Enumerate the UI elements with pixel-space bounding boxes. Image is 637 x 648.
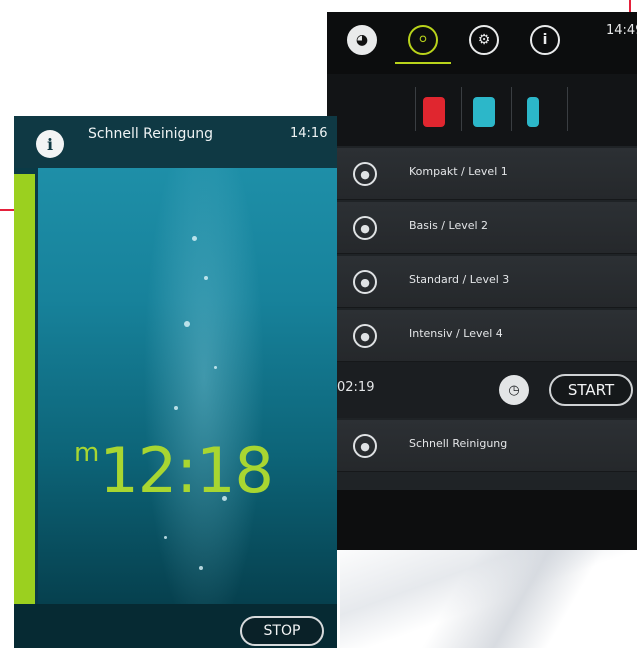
top-nav-bar: ◕ ⚪ ⚙ i 14:49 [327,12,637,74]
clock-time: 14:49 [606,23,637,38]
bubble [164,536,167,539]
program-icon: ● [353,324,377,348]
start-button[interactable]: START [549,374,633,406]
red-accent-line-left [0,209,14,211]
red-canister-icon[interactable] [423,97,445,127]
timer-unit: m [74,438,100,468]
bubble [174,406,178,410]
bubble [199,566,203,570]
program-label: Basis / Level 2 [409,219,489,232]
program-icon: ● [353,162,377,186]
category-divider [511,87,512,131]
bottle-transfer-icon[interactable] [527,97,539,127]
timer-clock-icon[interactable]: ◷ [499,375,529,405]
cup-icon[interactable]: ◕ [347,25,377,55]
front-header: i Schnell Reinigung 14:16 [14,116,337,168]
marble-background [340,540,637,648]
bubble [204,276,208,280]
program-row-kompakt[interactable]: ● Kompakt / Level 1 [327,148,637,200]
info-icon[interactable]: i [530,25,560,55]
stop-button[interactable]: STOP [240,616,324,646]
category-divider [415,87,416,131]
program-icon: ● [353,270,377,294]
bottom-panel [327,490,637,550]
bubble [192,236,197,241]
clock-time: 14:16 [290,126,328,141]
start-row: 02:19 ◷ START [327,362,637,418]
timer-value: 12:18 [99,434,274,507]
active-tab-indicator [395,62,451,64]
program-label: Kompakt / Level 1 [409,165,508,178]
settings-gears-icon[interactable]: ⚙ [469,25,499,55]
info-icon[interactable]: i [36,130,64,158]
progress-bar-fill [14,174,35,604]
program-label: Standard / Level 3 [409,273,510,286]
selected-duration: 02:19 [337,380,375,395]
bubble [184,321,190,327]
program-row-standard[interactable]: ● Standard / Level 3 [327,256,637,308]
program-label: Intensiv / Level 4 [409,327,503,340]
countdown-timer: m12:18 [74,434,274,507]
blue-canister-icon[interactable] [473,97,495,127]
category-divider [567,87,568,131]
water-bubbles-background [14,168,337,604]
program-row-intensiv[interactable]: ● Intensiv / Level 4 [327,310,637,362]
program-row-basis[interactable]: ● Basis / Level 2 [327,202,637,254]
category-divider [461,87,462,131]
cleaning-progress-screen: i Schnell Reinigung 14:16 m12:18 STOP [14,116,337,648]
rinse-icon[interactable]: ⚪ [408,25,438,55]
program-label: Schnell Reinigung [409,437,508,450]
program-icon: ● [353,216,377,240]
program-row-schnell[interactable]: ● Schnell Reinigung [327,420,637,472]
program-select-screen: ◕ ⚪ ⚙ i 14:49 ● Kompakt / Level 1 ● Basi… [327,12,637,550]
bubble [214,366,217,369]
program-title: Schnell Reinigung [88,126,214,142]
program-icon: ● [353,434,377,458]
